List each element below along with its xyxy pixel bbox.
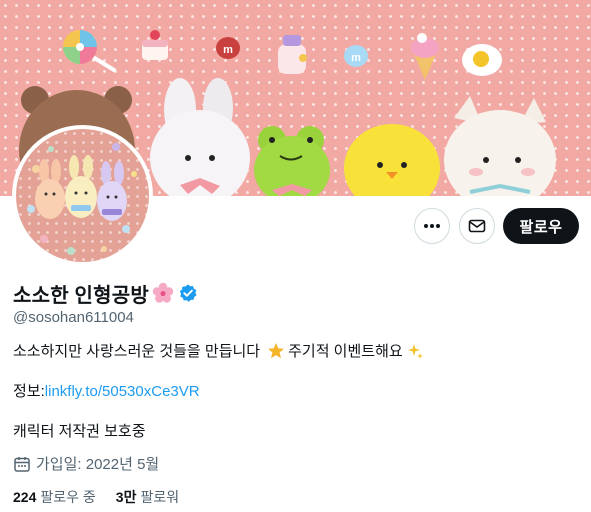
joined-date: 가입일: 2022년 5월 [36,456,160,473]
joined-date-row: 가입일: 2022년 5월 [13,453,159,474]
follow-button[interactable]: 팔로우 [503,208,579,244]
avatar-image [16,129,149,262]
green-frog-plush [254,126,330,196]
followers-label: 팔로워 [140,489,180,505]
svg-text:m: m [351,52,361,64]
candy-red-charm: m [216,37,240,59]
following-label: 팔로우 중 [40,489,96,505]
handle: @sosohan611004 [13,309,134,326]
icecream-charm [411,33,439,80]
bio-text-1: 소소하지만 사랑스러운 것들을 만듭니다 [13,343,261,360]
followers-stat[interactable]: 3만 팔로워 [116,487,179,507]
mail-icon [468,219,486,233]
sparkles-icon [407,343,423,359]
info-label: 정보: [13,383,45,400]
lollipop-charm [63,30,116,72]
avatar-illustration [27,143,137,255]
follow-stats: 224 팔로우 중 3만 팔로워 [13,487,199,507]
egg-charm [462,44,502,76]
white-bunny-plush [150,78,250,196]
bio-text-2: 주기적 이벤트해요 [288,343,403,360]
avatar[interactable] [12,125,153,266]
info-line: 정보:linkfly.to/50530xCe3VR [13,380,200,401]
name-row: 소소한 인형공방 [13,280,198,307]
yellow-bunny-doll [65,155,97,218]
display-name: 소소한 인형공방 [13,284,149,307]
star-icon [268,342,285,358]
cherry-blossom-icon [152,282,174,303]
bio: 소소하지만 사랑스러운 것들을 만듭니다 주기적 이벤트해요 [13,340,427,361]
candy-blue-charm: m [344,45,368,67]
following-count: 224 [13,489,37,505]
yellow-chick-plush [344,124,440,196]
followers-count: 3만 [115,489,137,505]
bottle-charm [278,35,307,74]
peach-bunny-doll [35,159,65,219]
cake-charm [142,30,168,60]
verified-badge-icon[interactable] [178,283,198,303]
more-button[interactable] [414,208,450,244]
message-button[interactable] [459,208,495,244]
cream-cat-plush [444,96,556,196]
more-icon [424,224,440,228]
following-stat[interactable]: 224 팔로우 중 [13,487,96,507]
profile-link[interactable]: linkfly.to/50530xCe3VR [45,383,200,400]
copyright-note: 캐릭터 저작권 보호중 [13,423,146,440]
lavender-bunny-doll [97,161,127,221]
calendar-icon [14,456,30,472]
svg-text:m: m [223,44,233,56]
